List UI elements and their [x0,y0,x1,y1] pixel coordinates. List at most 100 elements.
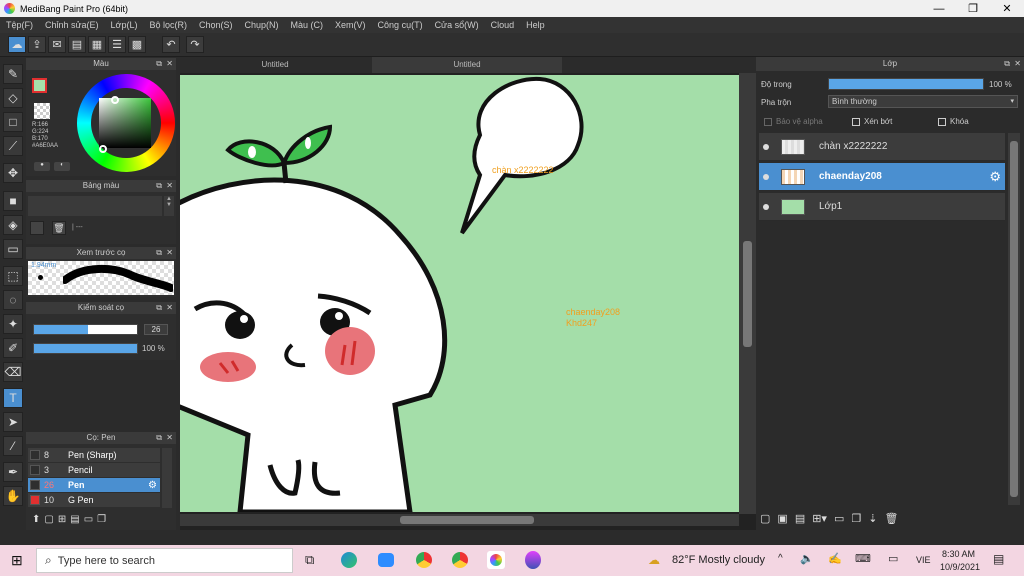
value-cursor[interactable] [99,145,107,153]
new-halftone-layer-icon[interactable]: ▣ [777,512,787,525]
windows-start-icon[interactable]: ⊞ [11,552,23,569]
gear-icon[interactable]: ⚙ [148,480,157,491]
brush-list-scrollbar[interactable] [162,448,172,508]
menu-select[interactable]: Chọn(S) [199,20,233,30]
hue-wheel[interactable] [77,74,175,172]
tab-untitled-1[interactable]: Untitled [180,57,370,73]
brush-list-item[interactable]: 26 Pen ⚙ [28,478,160,492]
close-icon[interactable]: ✕ [166,302,173,314]
delete-layer-icon[interactable]: 🗑 [884,512,898,525]
chrome-icon[interactable] [416,552,432,568]
vertical-scrollbar[interactable] [739,73,756,514]
close-icon[interactable]: ✕ [166,180,173,192]
redo-icon[interactable]: ↷ [186,36,204,53]
document-icon[interactable]: ▦ [88,36,106,53]
delete-palette-icon[interactable]: 🗑 [52,221,66,235]
palette-area[interactable] [28,196,162,216]
menu-edit[interactable]: Chỉnh sửa(E) [45,20,99,30]
weather-text[interactable]: 82°F Mostly cloudy [672,554,765,566]
color-add-button[interactable]: ◐ [54,162,70,171]
close-icon[interactable]: ✕ [166,58,173,70]
volume-icon[interactable]: 🔈 [800,552,814,565]
lasso-tool-icon[interactable]: ◌ [3,290,23,310]
vertical-scroll-thumb[interactable] [743,241,752,347]
rectangle-tool-icon[interactable]: □ [3,112,23,132]
color-mode-button[interactable]: ● [34,162,50,171]
popout-icon[interactable]: ⧉ [156,180,162,192]
tab-untitled-2[interactable]: Untitled [372,57,562,73]
close-icon[interactable]: ✕ [1014,57,1021,71]
close-icon[interactable]: ✕ [166,432,173,444]
keyboard-icon[interactable]: ⌨ [855,552,871,565]
paint-app-icon[interactable] [525,551,541,569]
brush-folder-icon[interactable]: ▭ [84,514,93,525]
chrome-profile-icon[interactable] [452,552,468,568]
menu-window[interactable]: Cửa sổ(W) [435,20,479,30]
close-button[interactable]: ✕ [990,0,1024,17]
duplicate-layer-icon[interactable]: ❐ [851,512,861,525]
line-tool-icon[interactable]: ⟋ [3,136,23,156]
notification-icon[interactable]: ▤ [993,552,1004,566]
add-layer-menu-icon[interactable]: ⊞▾ [812,512,827,525]
saturation-square[interactable] [99,98,151,148]
layer-opacity-slider[interactable] [828,78,984,90]
task-view-icon[interactable]: ⧉ [305,552,314,568]
layer-item-selected[interactable]: chaenday208 ⚙ [759,163,1005,191]
monitor-icon[interactable]: ▭ [888,552,898,565]
popout-icon[interactable]: ⧉ [156,58,162,70]
popout-icon[interactable]: ⧉ [156,432,162,444]
new-layer-icon[interactable]: ▢ [760,512,770,525]
select-eraser-icon[interactable]: ⌫ [3,362,23,382]
new-8bit-layer-icon[interactable]: ▤ [795,512,805,525]
language-indicator[interactable]: VIE [916,555,931,565]
magic-wand-icon[interactable]: ✦ [3,314,23,334]
text-tool-icon[interactable]: T [3,388,23,408]
horizontal-scroll-thumb[interactable] [400,516,534,524]
menu-filter[interactable]: Bộ lọc(R) [149,20,187,30]
visibility-icon[interactable] [763,203,769,210]
gradient-tool-icon[interactable]: ▭ [3,239,23,259]
taskbar-search[interactable]: ⌕ Type here to search [36,548,293,573]
bucket-tool-icon[interactable]: ◈ [3,215,23,235]
move-tool-icon[interactable]: ✥ [3,163,23,183]
comment-icon[interactable]: ✉ [48,36,66,53]
brush-settings-icon[interactable]: ▤ [70,514,79,525]
medibang-taskbar-icon[interactable] [487,551,505,569]
eraser-tool-icon[interactable]: ◇ [3,88,23,108]
tray-chevron-icon[interactable]: ^ [778,553,783,564]
popout-icon[interactable]: ⧉ [156,302,162,314]
select-pen-icon[interactable]: ✐ [3,338,23,358]
grid-icon[interactable]: ▩ [128,36,146,53]
new-palette-icon[interactable] [30,221,44,235]
brush-opacity-slider[interactable] [33,343,138,354]
protect-alpha-checkbox[interactable] [764,118,772,126]
select-tool-icon[interactable]: ⬚ [3,266,23,286]
popout-icon[interactable]: ⧉ [1004,57,1010,71]
clip-checkbox[interactable] [852,118,860,126]
hand-tool-icon[interactable]: ✋ [3,486,23,506]
upload-brush-icon[interactable]: ⬆ [32,514,40,525]
pen-icon[interactable]: ✍ [828,552,842,565]
brush-list-item[interactable]: 3 Pencil [28,463,160,477]
close-icon[interactable]: ✕ [166,247,173,259]
visibility-icon[interactable] [763,173,769,180]
folder-icon[interactable]: ▭ [834,512,844,525]
menu-tools[interactable]: Công cụ(T) [378,20,423,30]
menu-view[interactable]: Xem(V) [335,20,366,30]
menu-file[interactable]: Tệp(F) [6,20,33,30]
zoom-icon[interactable] [378,553,394,567]
clock-date[interactable]: 10/9/2021 [940,562,980,572]
brush-tool-icon[interactable]: ✎ [3,64,23,84]
minimize-button[interactable]: — [922,0,956,17]
add-brush-icon[interactable]: ⊞ [58,514,66,525]
menu-color[interactable]: Màu (C) [291,20,324,30]
drawing-canvas[interactable]: chàn x2222222 chaenday208 Khd247 [180,75,739,512]
share-icon[interactable]: ⇪ [28,36,46,53]
edge-icon[interactable] [341,552,357,568]
fill-rect-tool-icon[interactable]: ■ [3,191,23,211]
lock-checkbox[interactable] [938,118,946,126]
brush-list-item[interactable]: 10 G Pen [28,493,160,507]
menu-cloud[interactable]: Cloud [491,20,515,30]
clock-time[interactable]: 8:30 AM [942,549,975,559]
duplicate-brush-icon[interactable]: ❐ [97,514,106,525]
